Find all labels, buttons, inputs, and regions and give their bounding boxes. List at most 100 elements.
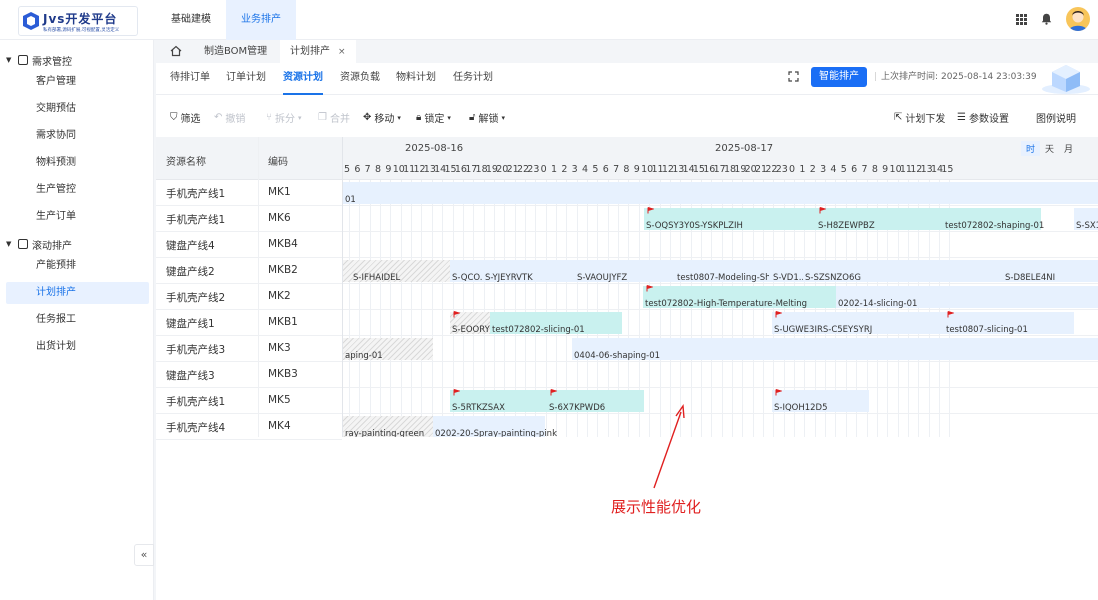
table-row[interactable]: 键盘产线2 MKB2: [156, 258, 342, 284]
gantt-task-bar[interactable]: S-QCO...: [450, 260, 488, 283]
gantt-task-bar[interactable]: 0202-20-Spray-painting-pink: [433, 416, 557, 437]
sidebar-item-production-order[interactable]: 生产订单: [6, 206, 149, 228]
top-nav-business-scheduling[interactable]: 业务排产: [226, 0, 296, 40]
flag-icon: [947, 311, 954, 318]
view-mode-day[interactable]: 天: [1040, 141, 1059, 156]
gantt-task-bar[interactable]: S-UGWE3IRS-C5EYSYRJ: [772, 311, 944, 335]
app-logo[interactable]: Jvs开发平台 私有部署,源码扩展,可视配置,灵活定义: [18, 6, 138, 36]
table-row[interactable]: 键盘产线4 MKB4: [156, 232, 342, 258]
table-row[interactable]: 键盘产线3 MKB3: [156, 362, 342, 388]
subtab-material-plan[interactable]: 物料计划: [396, 63, 436, 95]
lock-label: 锁定: [424, 114, 445, 125]
split-button[interactable]: ⑂ 拆分 ▾: [266, 110, 302, 125]
view-mode-month[interactable]: 月: [1059, 141, 1078, 156]
view-mode-hour[interactable]: 时: [1021, 141, 1041, 156]
table-row[interactable]: 手机壳产线1 MK5: [156, 388, 342, 414]
merge-button[interactable]: ❐ 合并: [318, 110, 350, 125]
tab-manufacturing-bom[interactable]: 制造BOM管理: [204, 40, 267, 63]
table-row[interactable]: 手机壳产线1 MK6: [156, 206, 342, 232]
tab-plan-scheduling[interactable]: 计划排产 ×: [280, 40, 356, 63]
sliders-icon: ☰: [957, 112, 966, 123]
top-nav-basic-modeling[interactable]: 基础建模: [156, 0, 226, 40]
sidebar-collapse-button[interactable]: «: [134, 544, 154, 566]
sidebar-item-production-control[interactable]: 生产管控: [6, 179, 149, 201]
gantt-task-bar[interactable]: 01: [343, 182, 1098, 205]
table-row[interactable]: 手机壳产线4 MK4: [156, 414, 342, 440]
avatar-person-icon: [1069, 11, 1087, 31]
gantt-task-bar[interactable]: ray-painting-green: [343, 416, 433, 437]
flag-icon: [647, 207, 654, 214]
subtab-task-plan[interactable]: 任务计划: [453, 63, 493, 95]
chevron-down-icon: ▾: [397, 113, 401, 122]
legend-button[interactable]: 图例说明: [1036, 110, 1076, 125]
apps-grid-icon[interactable]: [1016, 13, 1027, 25]
gantt-task-bar[interactable]: S-6X7KPWD6: [547, 389, 644, 413]
resource-name: 手机壳产线1: [166, 396, 226, 408]
gantt-task-bar[interactable]: S-SZSNZO6G: [803, 260, 1003, 283]
gantt-toolbar: ⛉ 筛选 ↶ 撤销 ⑂ 拆分 ▾ ❐ 合并 ✥ 移动 ▾ 🔒︎ 锁定 ▾ 🔓︎ 解锁 ▾ ⇱ 计划下发 …: [156, 95, 1098, 137]
user-avatar[interactable]: [1066, 7, 1090, 31]
unlock-button[interactable]: 🔓︎ 解锁 ▾: [469, 110, 505, 125]
gantt-task-bar[interactable]: aping-01: [343, 338, 433, 361]
gantt-task-bar[interactable]: test0807-Modeling-Shell: [665, 260, 781, 283]
gantt-task-bar[interactable]: S-EOORYN: [450, 311, 496, 335]
close-icon[interactable]: ×: [338, 47, 346, 57]
last-time-label: 上次排产时间:: [881, 72, 939, 82]
calendar-icon: [18, 55, 28, 65]
move-label: 移动: [374, 114, 395, 125]
sidebar-item-delivery-estimate[interactable]: 交期预估: [6, 98, 149, 120]
subtab-order-plan[interactable]: 订单计划: [226, 63, 266, 95]
gantt-task-bar[interactable]: S-SX1X: [1074, 208, 1098, 231]
table-row[interactable]: 键盘产线1 MKB1: [156, 310, 342, 336]
sidebar-item-capacity-prescheduling[interactable]: 产能预排: [6, 255, 149, 277]
gantt-task-bar[interactable]: S-YJEYRVTK: [483, 260, 575, 283]
gantt-task-bar[interactable]: S-OQSY3Y0S-YSKPLZIH: [644, 207, 817, 231]
subtab-pending-orders[interactable]: 待排订单: [170, 63, 210, 95]
logo-subtitle: 私有部署,源码扩展,可视配置,灵活定义: [43, 27, 120, 33]
gantt-task-bar[interactable]: S-VAOUJYFZ: [575, 260, 665, 283]
flag-icon: [646, 285, 653, 292]
gantt-task-bar[interactable]: S-VD1...: [769, 260, 807, 283]
gantt-task-bar[interactable]: test0807-slicing-01: [944, 311, 1074, 335]
filter-button[interactable]: ⛉ 筛选: [170, 110, 201, 125]
sidebar-item-shipment-plan[interactable]: 出货计划: [6, 336, 149, 358]
param-settings-button[interactable]: ☰ 参数设置: [957, 110, 1009, 125]
sidebar-item-material-forecast[interactable]: 物料预测: [6, 152, 149, 174]
gantt-task-bar[interactable]: test072802-shaping-01: [943, 208, 1044, 231]
timeline: 2025-08-16 2025-08-17 时 天 月 5 6 7 8 9 10 11 12 1…: [342, 137, 1098, 437]
undo-button[interactable]: ↶ 撤销: [214, 110, 245, 125]
bell-icon[interactable]: [1041, 13, 1052, 25]
sidebar-item-plan-scheduling[interactable]: 计划排产: [6, 282, 149, 304]
gantt-task-bar[interactable]: 0404-06-shaping-01: [572, 338, 1098, 361]
subtab-resource-load[interactable]: 资源负载: [340, 63, 380, 95]
gantt-task-bar[interactable]: test072802-slicing-01: [490, 312, 622, 335]
move-button[interactable]: ✥ 移动 ▾: [363, 110, 401, 125]
gantt-task-bar[interactable]: S-D8ELE4NI: [1003, 260, 1098, 283]
filter-label: 筛选: [180, 114, 201, 125]
sidebar-group-demand-control[interactable]: ▼ 需求管控: [6, 51, 72, 69]
sidebar-item-demand-collaboration[interactable]: 需求协同: [6, 125, 149, 147]
resource-code: MK6: [268, 212, 291, 224]
sidebar-group-rolling-scheduling[interactable]: ▼ 滚动排产: [6, 235, 72, 253]
split-icon: ⑂: [266, 112, 272, 123]
gantt-task-bar[interactable]: test072802-High-Temperature-Melting: [643, 285, 836, 309]
smart-scheduling-button[interactable]: 智能排产: [811, 67, 867, 87]
view-mode-switch: 时 天 月: [1021, 141, 1078, 156]
plan-issue-button[interactable]: ⇱ 计划下发: [894, 110, 945, 125]
caret-down-icon: ▼: [6, 56, 12, 64]
table-row[interactable]: 手机壳产线2 MK2: [156, 284, 342, 310]
table-row[interactable]: 手机壳产线3 MK3: [156, 336, 342, 362]
lock-button[interactable]: 🔒︎ 锁定 ▾: [416, 110, 451, 125]
fullscreen-icon[interactable]: [788, 71, 799, 82]
resource-name: 手机壳产线2: [166, 292, 226, 304]
logo-title: Jvs开发平台: [43, 12, 118, 26]
col-resource-name: 资源名称: [166, 157, 206, 168]
table-row[interactable]: 手机壳产线1 MK1: [156, 180, 342, 206]
gantt-task-bar[interactable]: S-IQOH12D5: [772, 389, 869, 413]
sidebar-item-task-report[interactable]: 任务报工: [6, 309, 149, 331]
sidebar-item-customer-management[interactable]: 客户管理: [6, 71, 149, 93]
home-icon[interactable]: [170, 45, 182, 57]
subtab-resource-plan[interactable]: 资源计划: [283, 63, 323, 95]
filter-icon: ⛉: [170, 112, 178, 123]
gantt-task-bar[interactable]: 0202-14-slicing-01: [836, 286, 1098, 309]
